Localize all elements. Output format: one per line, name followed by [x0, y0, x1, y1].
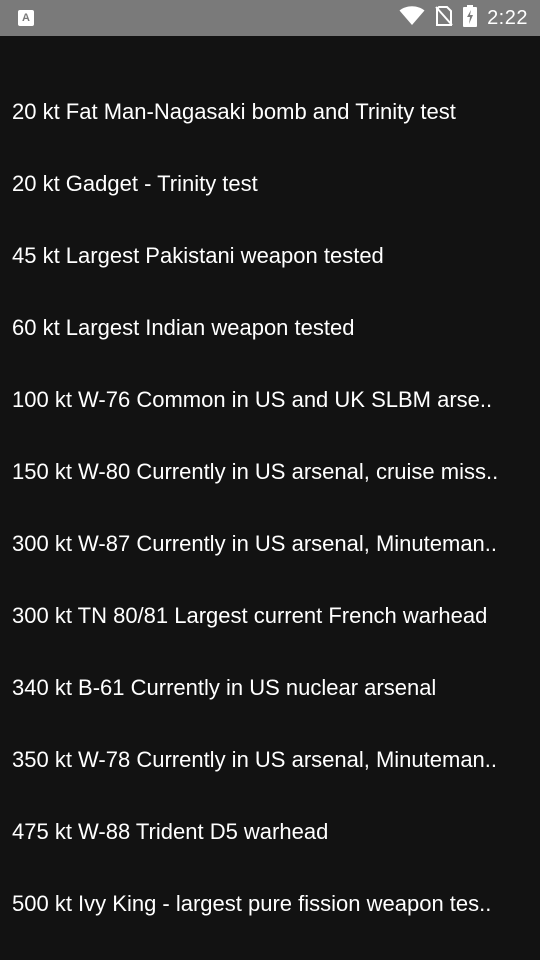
wifi-icon	[399, 5, 425, 31]
list-item[interactable]: 475 kt W-88 Trident D5 warhead	[0, 796, 540, 868]
list-item-label: 340 kt B-61 Currently in US nuclear arse…	[12, 675, 437, 700]
yield-list: 20 kt Fat Man-Nagasaki bomb and Trinity …	[0, 76, 540, 940]
list-item[interactable]: 500 kt Ivy King - largest pure fission w…	[0, 868, 540, 940]
status-bar-left: A	[18, 10, 399, 26]
no-sim-icon	[435, 5, 453, 31]
list-item[interactable]: 20 kt Gadget - Trinity test	[0, 148, 540, 220]
list-item[interactable]: 300 kt TN 80/81 Largest current French w…	[0, 580, 540, 652]
list-item-label: 500 kt Ivy King - largest pure fission w…	[12, 891, 492, 916]
list-item-label: 300 kt TN 80/81 Largest current French w…	[12, 603, 488, 628]
list-item-label: 20 kt Fat Man-Nagasaki bomb and Trinity …	[12, 99, 456, 124]
list-item-label: 350 kt W-78 Currently in US arsenal, Min…	[12, 747, 498, 772]
list-item-label: 300 kt W-87 Currently in US arsenal, Min…	[12, 531, 498, 556]
battery-charging-icon	[463, 4, 478, 32]
list-item[interactable]: 350 kt W-78 Currently in US arsenal, Min…	[0, 724, 540, 796]
list-item[interactable]: 340 kt B-61 Currently in US nuclear arse…	[0, 652, 540, 724]
list-item-label: 150 kt W-80 Currently in US arsenal, cru…	[12, 459, 499, 484]
app-a-icon: A	[18, 10, 34, 26]
list-item[interactable]: 150 kt W-80 Currently in US arsenal, cru…	[0, 436, 540, 508]
list-item[interactable]: 45 kt Largest Pakistani weapon tested	[0, 220, 540, 292]
status-bar-right: 2:22	[399, 4, 528, 32]
app-a-icon-letter: A	[22, 11, 30, 24]
status-time: 2:22	[487, 6, 528, 29]
list-item[interactable]: 60 kt Largest Indian weapon tested	[0, 292, 540, 364]
list-item-label: 100 kt W-76 Common in US and UK SLBM ars…	[12, 387, 493, 412]
status-bar: A 2:22	[0, 0, 540, 36]
list-item[interactable]: 300 kt W-87 Currently in US arsenal, Min…	[0, 508, 540, 580]
list-item[interactable]: 20 kt Fat Man-Nagasaki bomb and Trinity …	[0, 76, 540, 148]
list-item[interactable]: 100 kt W-76 Common in US and UK SLBM ars…	[0, 364, 540, 436]
list-item-label: 60 kt Largest Indian weapon tested	[12, 315, 355, 340]
list-item-label: 45 kt Largest Pakistani weapon tested	[12, 243, 384, 268]
list-item-label: 475 kt W-88 Trident D5 warhead	[12, 819, 329, 844]
list-item-label: 20 kt Gadget - Trinity test	[12, 171, 258, 196]
